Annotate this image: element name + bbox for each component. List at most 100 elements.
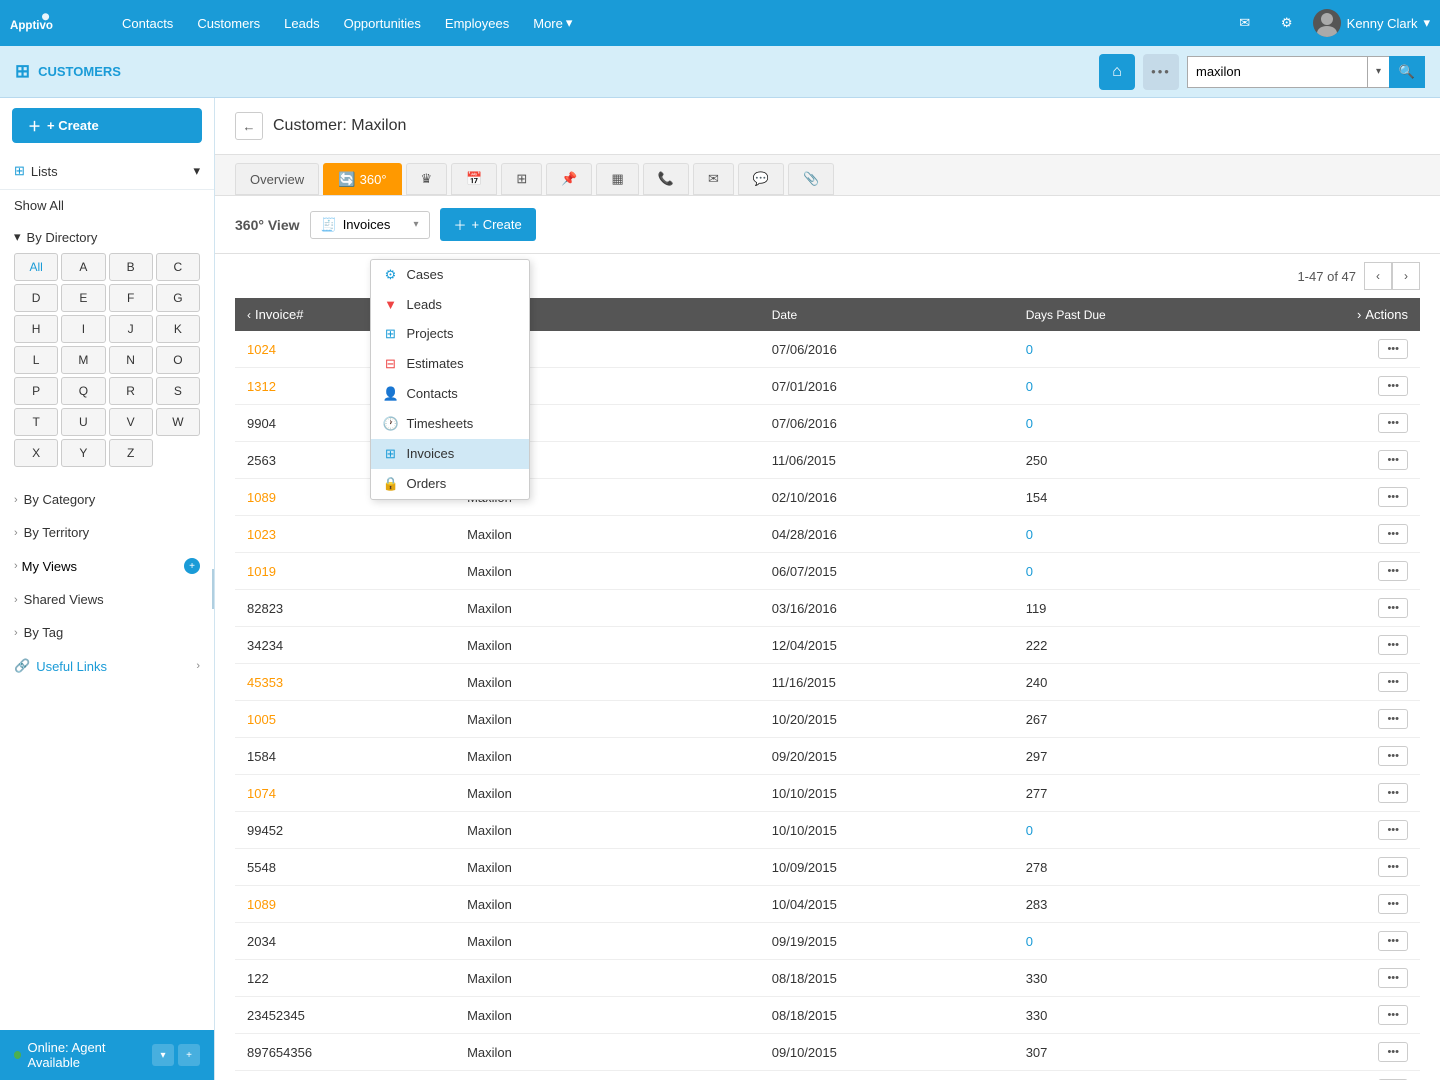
row-actions-button[interactable]: ••• bbox=[1378, 672, 1408, 692]
invoices-dropdown-button[interactable]: 🧾 Invoices ▾ bbox=[310, 211, 430, 239]
dropdown-item-cases[interactable]: ⚙ Cases bbox=[371, 260, 529, 290]
create-button[interactable]: ＋ + Create bbox=[12, 108, 202, 143]
alpha-b-btn[interactable]: B bbox=[109, 253, 153, 281]
show-all-item[interactable]: Show All bbox=[0, 190, 214, 221]
tab-calendar[interactable]: 📅 bbox=[451, 163, 497, 195]
alpha-l-btn[interactable]: L bbox=[14, 346, 58, 374]
alpha-f-btn[interactable]: F bbox=[109, 284, 153, 312]
by-directory-header[interactable]: ▾ By Directory bbox=[14, 229, 200, 245]
invoice-cell[interactable]: 1005 bbox=[235, 701, 455, 738]
row-actions-button[interactable]: ••• bbox=[1378, 413, 1408, 433]
invoice-cell[interactable]: 45353 bbox=[235, 664, 455, 701]
more-options-button[interactable]: ••• bbox=[1143, 54, 1179, 90]
alpha-n-btn[interactable]: N bbox=[109, 346, 153, 374]
nav-contacts[interactable]: Contacts bbox=[110, 0, 185, 46]
row-actions-button[interactable]: ••• bbox=[1378, 561, 1408, 581]
search-button[interactable]: 🔍 bbox=[1389, 56, 1425, 88]
row-actions-button[interactable]: ••• bbox=[1378, 450, 1408, 470]
row-actions-button[interactable]: ••• bbox=[1378, 857, 1408, 877]
user-menu[interactable]: Kenny Clark ▾ bbox=[1313, 9, 1430, 37]
row-actions-button[interactable]: ••• bbox=[1378, 524, 1408, 544]
alpha-k-btn[interactable]: K bbox=[156, 315, 200, 343]
row-actions-button[interactable]: ••• bbox=[1378, 820, 1408, 840]
alpha-t-btn[interactable]: T bbox=[14, 408, 58, 436]
row-actions-button[interactable]: ••• bbox=[1378, 487, 1408, 507]
nav-customers[interactable]: Customers bbox=[185, 0, 272, 46]
search-dropdown-arrow[interactable]: ▾ bbox=[1367, 56, 1389, 88]
dropdown-item-projects[interactable]: ⊞ Projects bbox=[371, 319, 529, 349]
invoice-cell[interactable]: 1023 bbox=[235, 516, 455, 553]
online-ctrl-down[interactable]: ▾ bbox=[152, 1044, 174, 1066]
invoice-cell[interactable]: 1089 bbox=[235, 886, 455, 923]
th-date[interactable]: Date bbox=[760, 298, 1014, 331]
row-actions-button[interactable]: ••• bbox=[1378, 376, 1408, 396]
row-actions-button[interactable]: ••• bbox=[1378, 709, 1408, 729]
nav-employees[interactable]: Employees bbox=[433, 0, 521, 46]
back-button[interactable]: ← bbox=[235, 112, 263, 140]
tab-phone[interactable]: 📞 bbox=[643, 163, 689, 195]
tab-360[interactable]: 🔄 360° bbox=[323, 163, 401, 195]
alpha-m-btn[interactable]: M bbox=[61, 346, 105, 374]
alpha-h-btn[interactable]: H bbox=[14, 315, 58, 343]
dropdown-item-contacts[interactable]: 👤 Contacts bbox=[371, 379, 529, 409]
alpha-z-btn[interactable]: Z bbox=[109, 439, 153, 467]
tab-email[interactable]: ✉ bbox=[693, 163, 734, 195]
alpha-o-btn[interactable]: O bbox=[156, 346, 200, 374]
alpha-v-btn[interactable]: V bbox=[109, 408, 153, 436]
dropdown-item-leads[interactable]: ▼ Leads bbox=[371, 290, 529, 319]
alpha-e-btn[interactable]: E bbox=[61, 284, 105, 312]
app-logo[interactable]: Apptivo bbox=[10, 8, 90, 38]
row-actions-button[interactable]: ••• bbox=[1378, 1005, 1408, 1025]
row-actions-button[interactable]: ••• bbox=[1378, 894, 1408, 914]
alpha-y-btn[interactable]: Y bbox=[61, 439, 105, 467]
sidebar-lists-section[interactable]: ⊞ Lists ▾ bbox=[0, 153, 214, 190]
row-actions-button[interactable]: ••• bbox=[1378, 968, 1408, 988]
alpha-c-btn[interactable]: C bbox=[156, 253, 200, 281]
invoice-cell[interactable]: 1019 bbox=[235, 553, 455, 590]
alpha-all-btn[interactable]: All bbox=[14, 253, 58, 281]
alpha-s-btn[interactable]: S bbox=[156, 377, 200, 405]
tab-pin[interactable]: 📌 bbox=[546, 163, 592, 195]
invoice-cell[interactable]: 1074 bbox=[235, 775, 455, 812]
shared-views-item[interactable]: › Shared Views bbox=[0, 583, 214, 616]
by-territory-item[interactable]: › By Territory bbox=[0, 516, 214, 549]
row-actions-button[interactable]: ••• bbox=[1378, 635, 1408, 655]
prev-page-button[interactable]: ‹ bbox=[1364, 262, 1392, 290]
search-input[interactable] bbox=[1187, 56, 1367, 88]
alpha-i-btn[interactable]: I bbox=[61, 315, 105, 343]
useful-links-item[interactable]: 🔗 Useful Links › bbox=[0, 649, 214, 683]
by-tag-item[interactable]: › By Tag bbox=[0, 616, 214, 649]
th-days-past-due[interactable]: Days Past Due bbox=[1014, 298, 1285, 331]
tab-crown[interactable]: ♛ bbox=[406, 163, 448, 195]
alpha-d-btn[interactable]: D bbox=[14, 284, 58, 312]
row-actions-button[interactable]: ••• bbox=[1378, 339, 1408, 359]
nav-leads[interactable]: Leads bbox=[272, 0, 331, 46]
alpha-j-btn[interactable]: J bbox=[109, 315, 153, 343]
dropdown-item-timesheets[interactable]: 🕐 Timesheets bbox=[371, 409, 529, 439]
row-actions-button[interactable]: ••• bbox=[1378, 931, 1408, 951]
row-actions-button[interactable]: ••• bbox=[1378, 783, 1408, 803]
sidebar-collapse-button[interactable]: ‹ bbox=[212, 569, 215, 609]
alpha-p-btn[interactable]: P bbox=[14, 377, 58, 405]
dropdown-item-invoices[interactable]: ⊞ Invoices bbox=[371, 439, 529, 469]
row-actions-button[interactable]: ••• bbox=[1378, 746, 1408, 766]
tab-clip[interactable]: 📎 bbox=[788, 163, 834, 195]
create-record-button[interactable]: ＋ + Create bbox=[440, 208, 536, 241]
nav-opportunities[interactable]: Opportunities bbox=[332, 0, 433, 46]
alpha-u-btn[interactable]: U bbox=[61, 408, 105, 436]
dropdown-item-orders[interactable]: 🔒 Orders bbox=[371, 469, 529, 499]
tab-overview[interactable]: Overview bbox=[235, 163, 319, 195]
alpha-r-btn[interactable]: R bbox=[109, 377, 153, 405]
alpha-w-btn[interactable]: W bbox=[156, 408, 200, 436]
messages-icon[interactable]: ✉ bbox=[1229, 7, 1261, 39]
my-views-item[interactable]: › My Views + bbox=[0, 549, 214, 583]
alpha-q-btn[interactable]: Q bbox=[61, 377, 105, 405]
alpha-x-btn[interactable]: X bbox=[14, 439, 58, 467]
by-category-item[interactable]: › By Category bbox=[0, 483, 214, 516]
dropdown-item-estimates[interactable]: ⊟ Estimates bbox=[371, 349, 529, 379]
nav-more[interactable]: More ▾ bbox=[521, 0, 584, 46]
alpha-a-btn[interactable]: A bbox=[61, 253, 105, 281]
row-actions-button[interactable]: ••• bbox=[1378, 1042, 1408, 1062]
tab-chat[interactable]: 💬 bbox=[738, 163, 784, 195]
alpha-g-btn[interactable]: G bbox=[156, 284, 200, 312]
